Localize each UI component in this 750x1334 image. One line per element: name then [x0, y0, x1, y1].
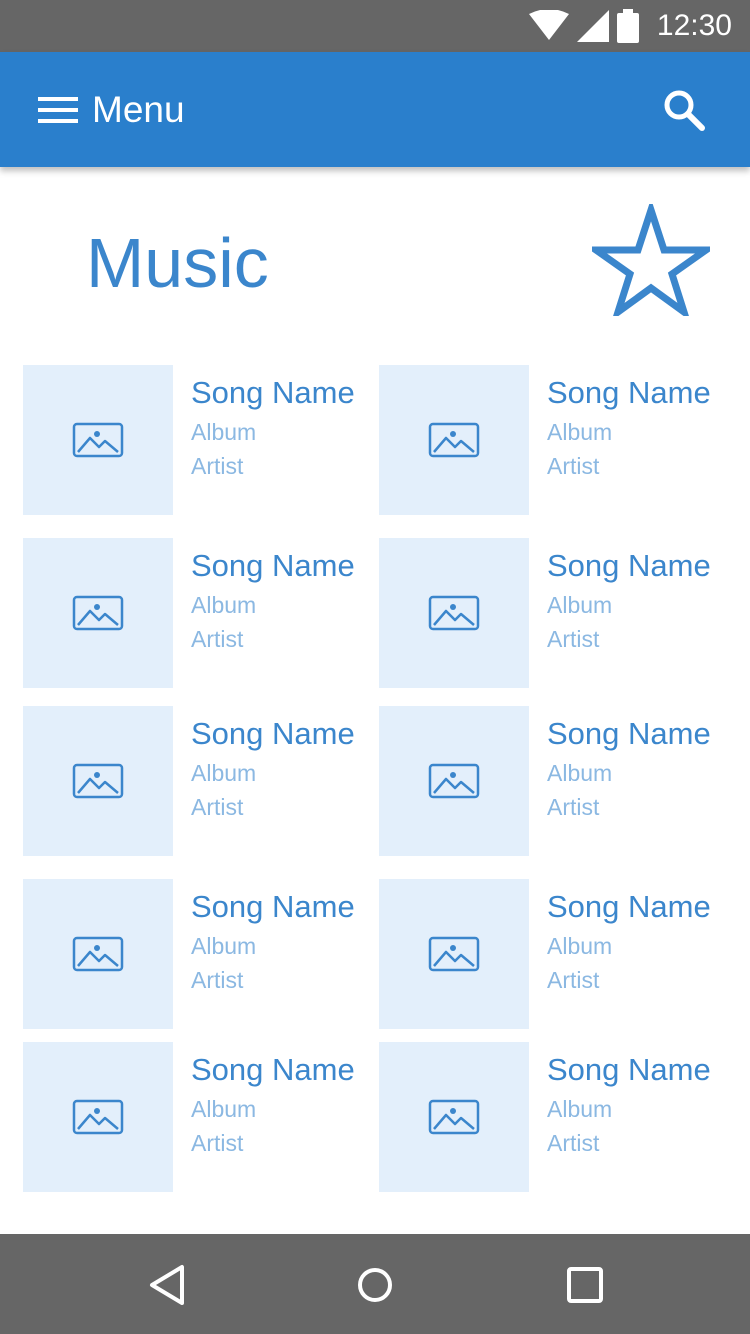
favorite-button[interactable] [584, 198, 718, 322]
image-placeholder-icon [428, 1099, 480, 1135]
status-bar: 12:30 [0, 0, 750, 52]
recents-icon[interactable] [564, 1264, 606, 1306]
image-placeholder-icon [72, 595, 124, 631]
album-art-thumbnail [379, 538, 529, 688]
image-placeholder-icon [72, 936, 124, 972]
song-card[interactable]: Song Name Album Artist [379, 879, 734, 1029]
search-button[interactable] [662, 88, 706, 132]
image-placeholder-icon [72, 763, 124, 799]
artist-name: Artist [547, 626, 600, 652]
album-art-thumbnail [379, 365, 529, 515]
album-name: Album [191, 760, 257, 786]
signal-icon [576, 10, 609, 42]
song-card[interactable]: Song Name Album Artist [23, 879, 378, 1029]
album-name: Album [191, 419, 257, 445]
album-art-thumbnail [379, 706, 529, 856]
artist-name: Artist [547, 1130, 600, 1156]
artist-name: Artist [191, 453, 244, 479]
image-placeholder-icon [428, 763, 480, 799]
recents-button[interactable] [564, 1264, 606, 1306]
search-icon[interactable] [662, 88, 706, 132]
artist-name: Artist [191, 967, 244, 993]
album-name: Album [191, 592, 257, 618]
song-card[interactable]: Song Name Album Artist [23, 1042, 378, 1192]
album-art-thumbnail [379, 1042, 529, 1192]
menu-button[interactable]: Menu [38, 82, 185, 138]
artist-name: Artist [191, 626, 244, 652]
image-placeholder-icon [72, 1099, 124, 1135]
screen: 12:30 Menu Music Song Name Album Artist Son… [0, 0, 750, 1334]
album-art-thumbnail [379, 879, 529, 1029]
song-name: Song Name [547, 548, 711, 583]
song-card[interactable]: Song Name Album Artist [379, 706, 734, 856]
album-art-thumbnail [23, 706, 173, 856]
album-name: Album [547, 760, 613, 786]
artist-name: Artist [547, 794, 600, 820]
song-name: Song Name [547, 1052, 711, 1087]
song-card[interactable]: Song Name Album Artist [23, 538, 378, 688]
song-name: Song Name [191, 375, 355, 410]
album-name: Album [191, 1096, 257, 1122]
artist-name: Artist [191, 794, 244, 820]
song-name: Song Name [547, 375, 711, 410]
image-placeholder-icon [72, 422, 124, 458]
album-art-thumbnail [23, 1042, 173, 1192]
image-placeholder-icon [428, 595, 480, 631]
song-card[interactable]: Song Name Album Artist [23, 365, 378, 515]
home-button[interactable] [354, 1264, 396, 1306]
album-art-thumbnail [23, 538, 173, 688]
song-name: Song Name [191, 889, 355, 924]
menu-label: Menu [92, 89, 185, 130]
image-placeholder-icon [428, 936, 480, 972]
artist-name: Artist [191, 1130, 244, 1156]
artist-name: Artist [547, 967, 600, 993]
song-name: Song Name [191, 548, 355, 583]
song-name: Song Name [547, 716, 711, 751]
star-outline-icon[interactable] [584, 198, 718, 322]
song-card[interactable]: Song Name Album Artist [379, 1042, 734, 1192]
song-name: Song Name [547, 889, 711, 924]
album-name: Album [547, 933, 613, 959]
battery-icon [616, 9, 639, 43]
song-name: Song Name [191, 716, 355, 751]
album-art-thumbnail [23, 365, 173, 515]
app-bar: Menu [0, 52, 750, 167]
back-icon[interactable] [146, 1264, 188, 1306]
page-title: Music [86, 224, 269, 302]
status-icons: 12:30 [528, 8, 732, 44]
album-name: Album [547, 419, 613, 445]
artist-name: Artist [547, 453, 600, 479]
navigation-bar [0, 1234, 750, 1334]
song-card[interactable]: Song Name Album Artist [23, 706, 378, 856]
album-art-thumbnail [23, 879, 173, 1029]
back-button[interactable] [146, 1264, 188, 1306]
album-name: Album [547, 592, 613, 618]
song-card[interactable]: Song Name Album Artist [379, 365, 734, 515]
album-name: Album [191, 933, 257, 959]
album-name: Album [547, 1096, 613, 1122]
home-icon[interactable] [354, 1264, 396, 1306]
wifi-icon [528, 10, 569, 40]
song-card[interactable]: Song Name Album Artist [379, 538, 734, 688]
song-name: Song Name [191, 1052, 355, 1087]
status-time: 12:30 [656, 9, 732, 42]
menu-icon[interactable] [38, 95, 78, 125]
image-placeholder-icon [428, 422, 480, 458]
